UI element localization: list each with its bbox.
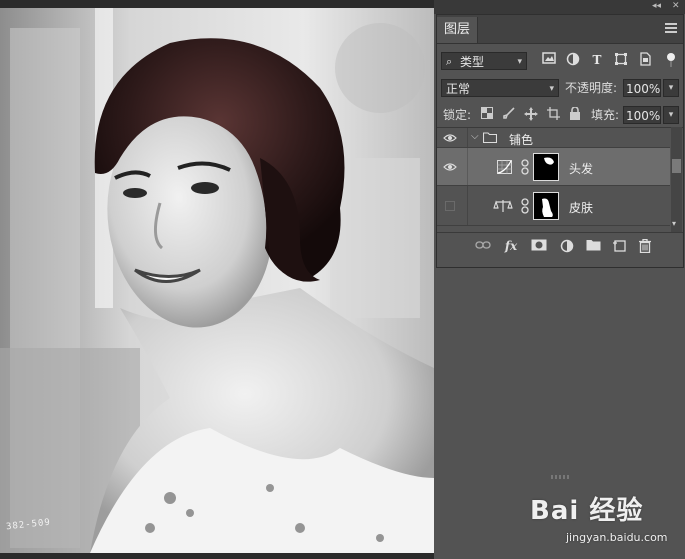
opacity-label: 不透明度: [565,81,618,95]
lock-paint-icon[interactable] [501,107,517,123]
link-layers-icon[interactable] [475,239,491,253]
lock-artboard-icon[interactable] [545,107,561,123]
delete-layer-icon[interactable] [637,238,653,254]
opacity-input[interactable]: 100% [623,79,661,97]
adjustment-filter-icon[interactable] [565,52,581,68]
lock-row: 锁定: 填充: 100% ▾ [437,106,683,126]
watermark-logo: Bai 经验 [530,496,644,526]
lock-all-icon[interactable] [567,106,583,123]
filter-search-icon: ⌕ [446,55,453,68]
blend-row: 正常 ▾ 不透明度: 100% ▾ [437,79,683,99]
layer-name[interactable]: 头发 [569,160,593,177]
portrait-illustration [0,8,434,553]
lock-move-icon[interactable] [523,107,539,123]
shape-filter-icon[interactable] [613,52,629,68]
image-filter-icon[interactable] [541,52,557,68]
layers-list[interactable]: ⌵ 铺色 头发 皮肤 [437,127,683,233]
close-panel-icon[interactable]: ✕ [672,1,680,11]
new-layer-icon[interactable] [611,239,627,253]
layer-row-selected[interactable]: 头发 [437,148,670,186]
new-adjustment-icon[interactable] [559,239,575,253]
layers-scrollbar[interactable]: ▾ [671,127,682,232]
opacity-dropdown-icon[interactable]: ▾ [663,79,679,97]
folder-icon [483,132,497,143]
fill-input[interactable]: 100% [623,106,661,124]
layer-name[interactable]: 皮肤 [569,199,593,216]
blend-mode-label: 正常 [446,82,471,96]
lock-label: 锁定: [443,108,472,122]
visibility-eye-icon[interactable] [443,133,457,143]
layers-panel: 图层 ⌕ 类型 ▾ T 正常 ▾ 不透明度: 100% ▾ 锁定: 填充: 10… [436,14,684,479]
tab-layers[interactable]: 图层 [437,17,478,43]
filter-toggle-icon[interactable] [663,52,679,68]
curves-adjustment-icon [497,160,512,174]
watermark-url: jingyan.baidu.com [566,531,668,544]
chevron-down-icon: ▾ [517,57,522,67]
scrollbar-thumb[interactable] [672,159,681,173]
color-balance-adjustment-icon [493,200,513,212]
panel-dock-header: ◂◂ ✕ [434,0,685,14]
layer-mask-thumbnail[interactable] [533,153,559,181]
fx-icon[interactable]: fx [503,239,519,253]
panel-resize-grip[interactable] [551,475,571,479]
chevron-down-icon[interactable]: ⌵ [471,131,479,142]
layer-row-group[interactable]: ⌵ 铺色 [437,128,670,148]
layer-mask-thumbnail[interactable] [533,192,559,220]
chevron-down-icon: ▾ [549,84,554,94]
fill-label: 填充: [591,108,620,122]
filter-kind-select[interactable]: ⌕ 类型 ▾ [441,52,527,70]
type-filter-icon[interactable]: T [589,52,605,68]
mask-link-icon[interactable] [521,198,529,214]
filter-row: ⌕ 类型 ▾ T [437,52,683,72]
visibility-toggle-empty[interactable] [445,201,455,211]
new-group-icon[interactable] [585,239,601,253]
layer-row[interactable]: 皮肤 [437,186,670,226]
filter-kind-label: 类型 [460,55,485,69]
add-mask-icon[interactable] [531,239,547,253]
collapse-panels-icon[interactable]: ◂◂ [652,1,661,11]
layers-bottom-toolbar: fx [437,232,683,479]
lock-transparent-icon[interactable] [479,107,495,123]
panel-tab-bar: 图层 [437,15,683,44]
panel-menu-icon[interactable] [665,23,677,35]
smart-object-filter-icon[interactable] [637,52,653,68]
document-canvas[interactable]: 382-509 [0,0,434,559]
fill-dropdown-icon[interactable]: ▾ [663,106,679,124]
mask-link-icon[interactable] [521,159,529,175]
visibility-eye-icon[interactable] [443,162,457,172]
portrait-photo: 382-509 [0,8,434,553]
layer-name[interactable]: 铺色 [509,131,533,148]
scroll-down-icon[interactable]: ▾ [672,219,676,228]
blend-mode-select[interactable]: 正常 ▾ [441,79,559,97]
